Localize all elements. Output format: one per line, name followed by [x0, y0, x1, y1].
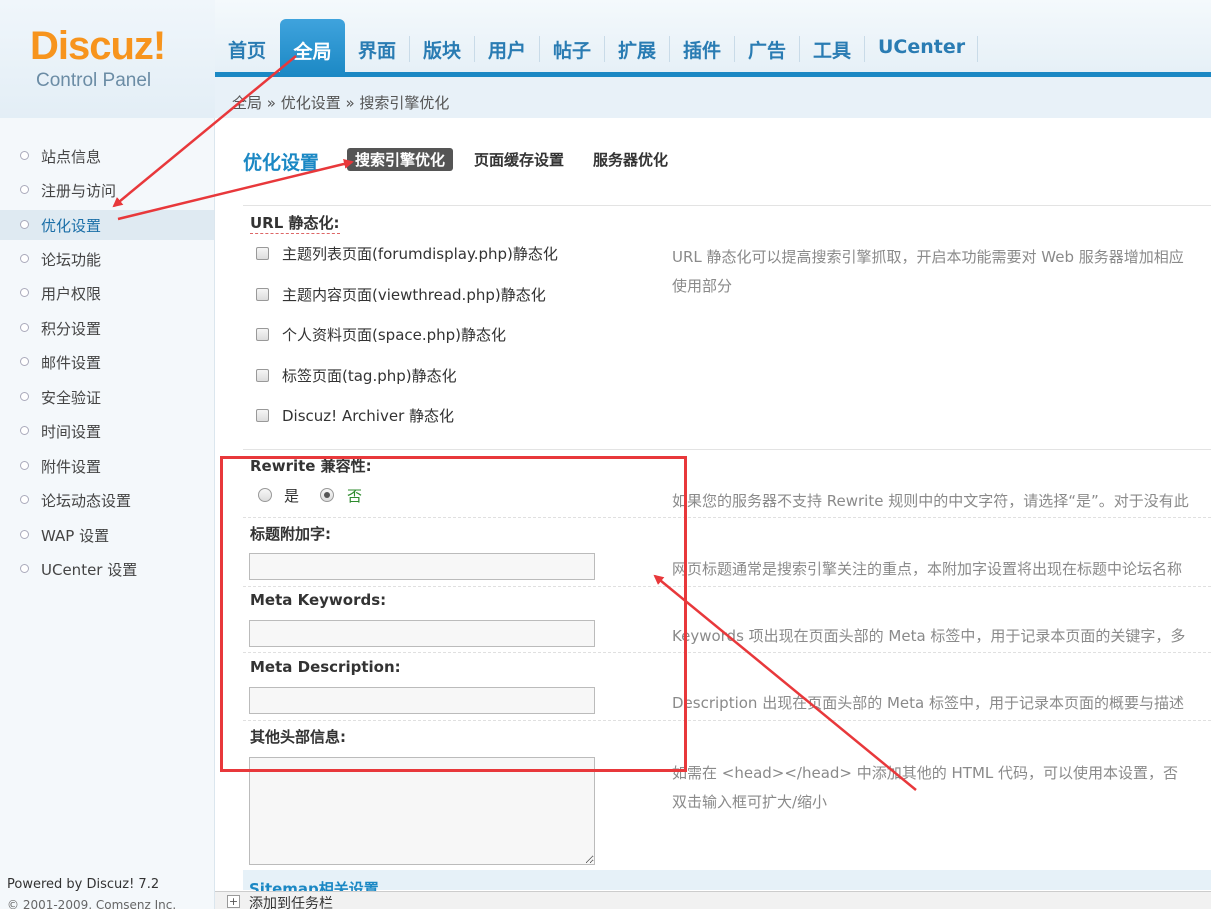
- arrow-to-box: [653, 574, 917, 791]
- arrow-to-tab: [117, 159, 354, 221]
- annotation-arrows: [112, 55, 917, 791]
